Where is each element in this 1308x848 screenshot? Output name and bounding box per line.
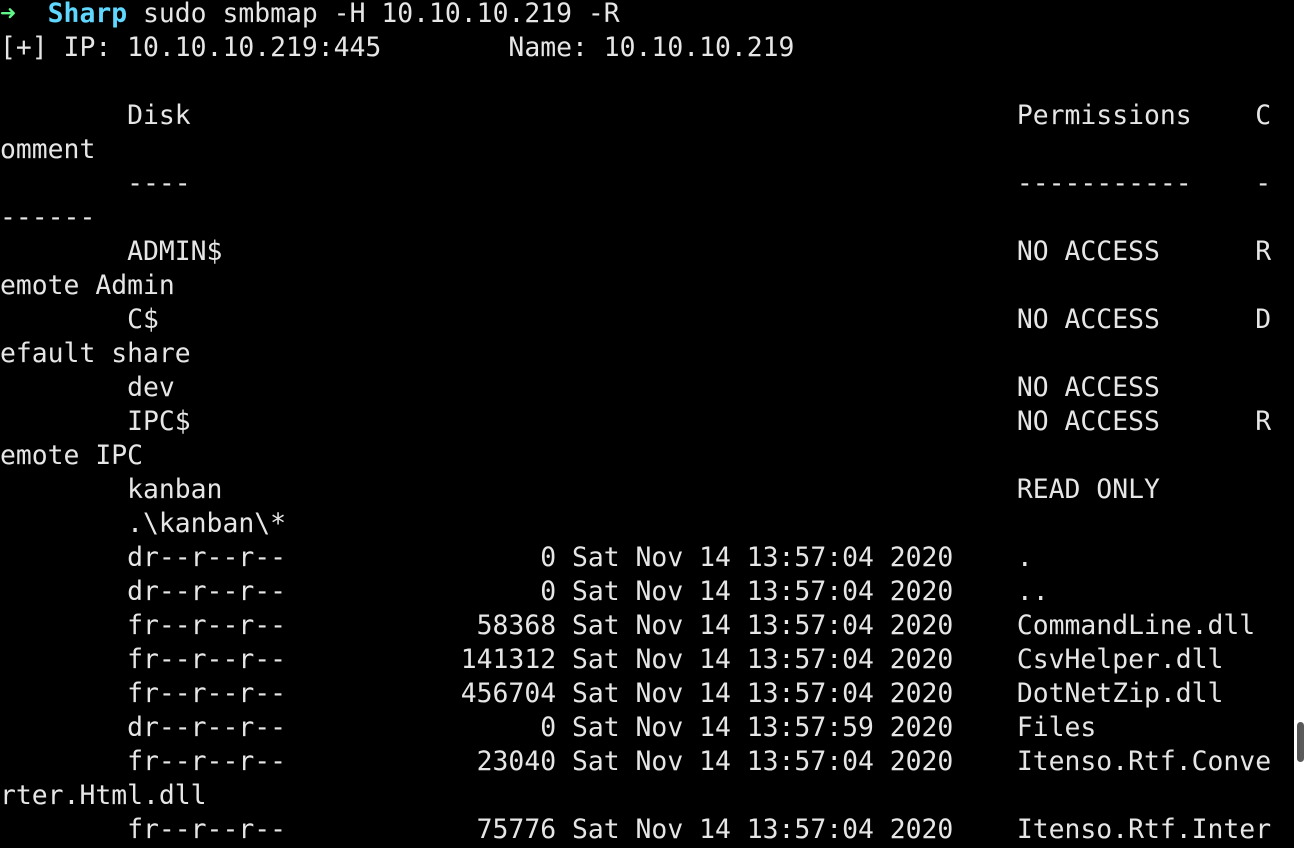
prompt-arrow-icon: ➜: [0, 0, 16, 29]
scrollbar-thumb[interactable]: [1297, 722, 1304, 762]
output-line: fr--r--r-- 141312 Sat Nov 14 13:57:04 20…: [0, 644, 1224, 675]
output-line: emote Admin: [0, 270, 175, 301]
terminal-window[interactable]: ➜ Sharp sudo smbmap -H 10.10.10.219 -R […: [0, 0, 1308, 848]
output-line: fr--r--r-- 23040 Sat Nov 14 13:57:04 202…: [0, 746, 1272, 777]
output-line: fr--r--r-- 456704 Sat Nov 14 13:57:04 20…: [0, 678, 1224, 709]
output-line: IPC$ NO ACCESS R: [0, 406, 1272, 437]
output-line: fr--r--r-- 58368 Sat Nov 14 13:57:04 202…: [0, 610, 1256, 641]
output-line: dr--r--r-- 0 Sat Nov 14 13:57:04 2020 ..: [0, 576, 1049, 607]
output-line: emote IPC: [0, 440, 143, 471]
output-line: Disk Permissions C: [0, 100, 1272, 131]
output-line: omment: [0, 134, 96, 165]
output-line: kanban READ ONLY: [0, 474, 1160, 505]
output-line: rter.Html.dll: [0, 780, 207, 811]
prompt-line: ➜ Sharp sudo smbmap -H 10.10.10.219 -R: [0, 0, 620, 31]
output-line: C$ NO ACCESS D: [0, 304, 1272, 335]
terminal-output[interactable]: ➜ Sharp sudo smbmap -H 10.10.10.219 -R […: [0, 0, 1294, 848]
output-line: dr--r--r-- 0 Sat Nov 14 13:57:59 2020 Fi…: [0, 712, 1097, 743]
output-line: ADMIN$ NO ACCESS R: [0, 236, 1272, 267]
output-line: fr--r--r-- 75776 Sat Nov 14 13:57:04 202…: [0, 814, 1272, 845]
output-line: dev NO ACCESS: [0, 372, 1160, 403]
output-line: ---- ----------- -: [0, 168, 1272, 199]
prompt-cwd: Sharp: [47, 0, 128, 29]
output-line: efault share: [0, 338, 191, 369]
output-line: [+] IP: 10.10.10.219:445 Name: 10.10.10.…: [0, 32, 795, 63]
scrollbar[interactable]: [1294, 0, 1308, 848]
output-line: dr--r--r-- 0 Sat Nov 14 13:57:04 2020 .: [0, 542, 1033, 573]
output-line: ------: [0, 202, 96, 233]
prompt-command: sudo smbmap -H 10.10.10.219 -R: [143, 0, 620, 29]
output-line: .\kanban\*: [0, 508, 286, 539]
